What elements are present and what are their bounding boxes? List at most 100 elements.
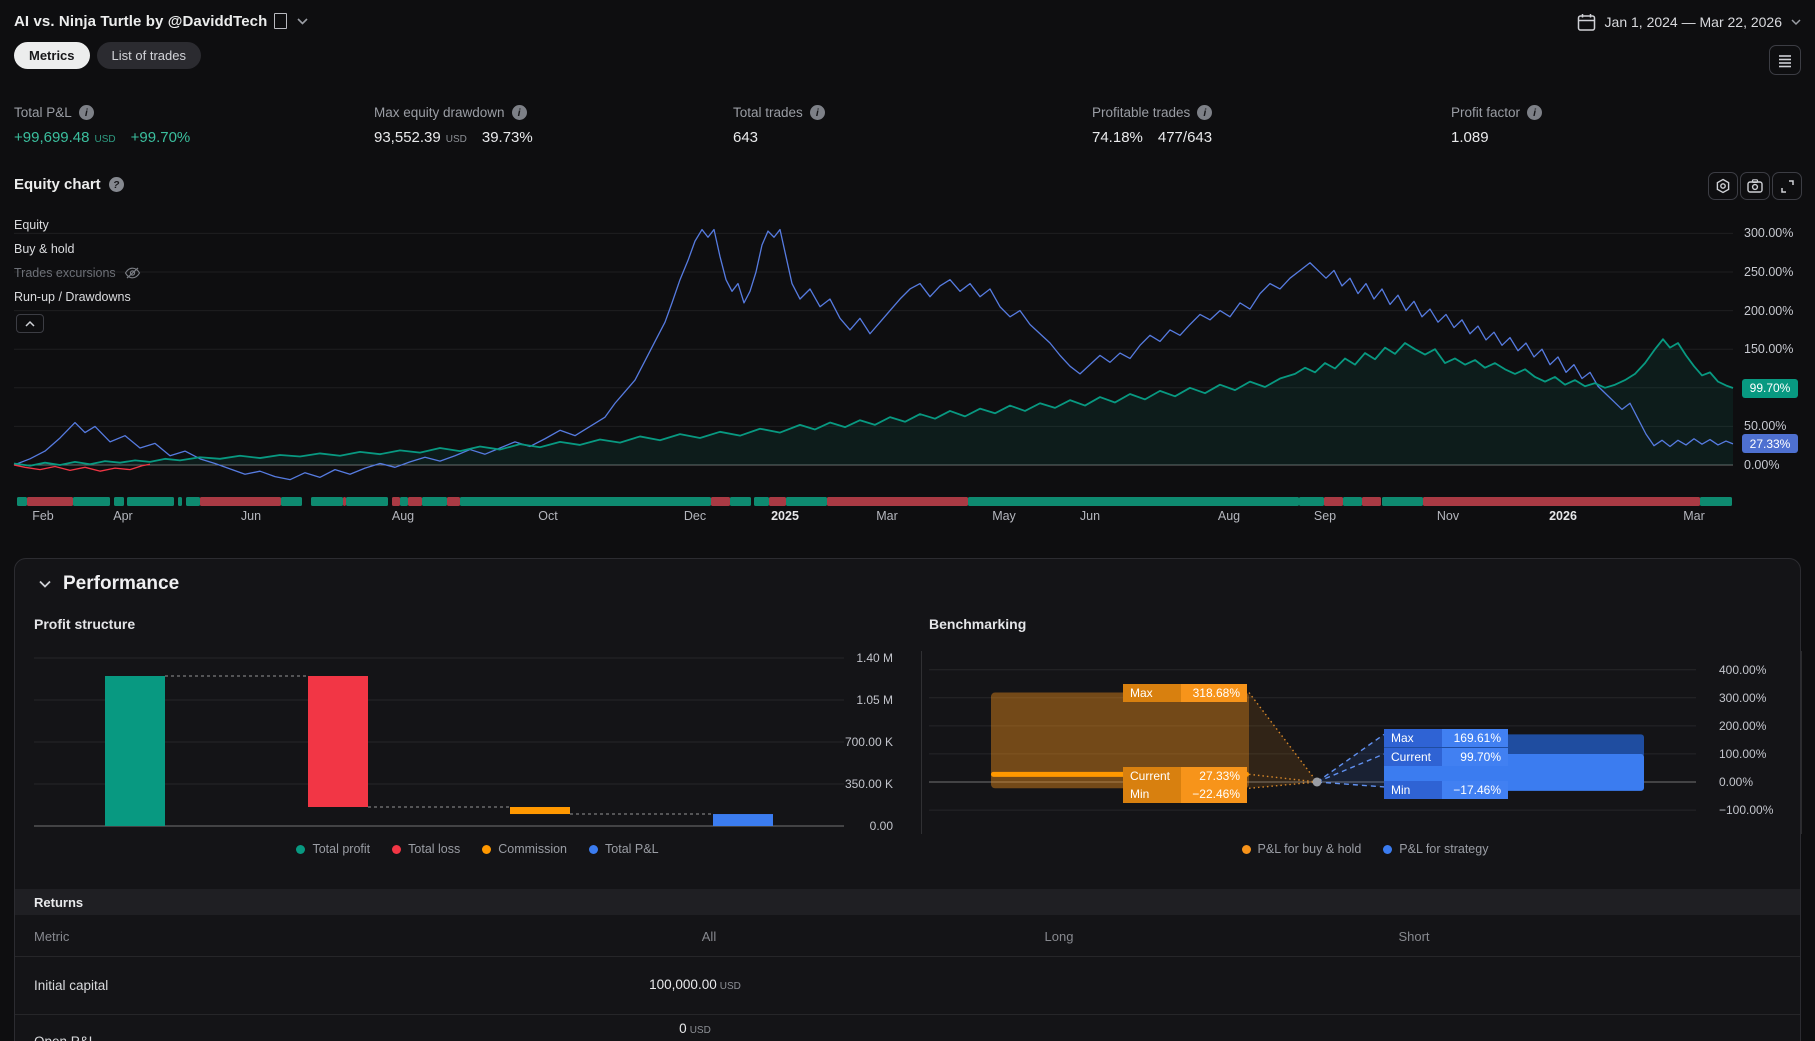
metric-value-main: 643 [733, 129, 759, 146]
metric-0: Total P&L i +99,699.48 USD +99.70% [14, 105, 190, 146]
badge-value: −17.46% [1442, 781, 1508, 799]
expand-icon [1780, 179, 1794, 193]
badge-label: Max [1123, 684, 1181, 702]
chevron-down-icon [1791, 18, 1801, 26]
metric-value: 74.18% 477/643 [1092, 129, 1212, 146]
info-icon[interactable]: i [1197, 105, 1213, 120]
legend-dot [392, 844, 402, 854]
legend-label: Total loss [408, 842, 461, 856]
metric-value: 93,552.39 USD 39.73% [374, 129, 533, 146]
trade-segment [968, 497, 1299, 506]
info-icon[interactable]: i [511, 105, 527, 120]
chart-snapshot-button[interactable] [1740, 172, 1770, 200]
y-axis-label: 0.00 [869, 819, 893, 833]
legend-item-run-up-drawdowns[interactable]: Run-up / Drawdowns [14, 288, 131, 306]
value-text: 100,000.00 [649, 977, 717, 992]
benchmark-badge-min: Min −22.46% [1123, 785, 1247, 803]
trade-segment [1423, 497, 1700, 506]
date-range-picker[interactable]: Jan 1, 2024 — Mar 22, 2026 [1577, 10, 1801, 34]
trade-segment [786, 497, 827, 506]
profit-structure-legend: Total profit Total loss Commission Total P&… [34, 842, 921, 856]
eye-off-icon[interactable] [124, 267, 141, 279]
y-axis-label: 700.00 K [844, 735, 893, 749]
metric-label: Total trades i [733, 105, 825, 120]
badge-value: 27.33% [1181, 767, 1247, 785]
trade-results-strip [14, 497, 1733, 506]
report-title-row[interactable]: AI vs. Ninja Turtle by @DaviddTech [14, 10, 308, 32]
x-axis-label: Aug [391, 509, 415, 523]
trade-segment [178, 497, 182, 506]
row-divider [15, 1014, 1800, 1015]
legend-collapse-button[interactable] [16, 314, 44, 333]
info-icon[interactable]: i [809, 105, 825, 120]
chevron-down-icon[interactable] [297, 17, 308, 25]
price-badge: 99.70% [1742, 378, 1798, 398]
legend-dot [589, 844, 599, 854]
trade-segment [127, 497, 174, 506]
axis-separator [1801, 651, 1802, 834]
trade-segment [769, 497, 786, 506]
chart-settings-button[interactable] [1708, 172, 1738, 200]
metric-value: +99,699.48 USD +99.70% [14, 129, 190, 146]
metric-value: 1.089 [1451, 129, 1542, 146]
metric-value: 643 [733, 129, 825, 146]
badge-value: 318.68% [1181, 684, 1247, 702]
x-axis-label: Jun [1079, 509, 1101, 523]
performance-header[interactable]: Performance [39, 573, 179, 595]
metric-label: Profitable trades i [1092, 105, 1213, 120]
row-divider [15, 956, 1800, 957]
metric-label: Total P&L i [14, 105, 190, 120]
y-axis-label: 1.40 M [856, 651, 893, 665]
benchmark-badge-min: Min −17.46% [1384, 781, 1508, 799]
legend-item-trades-excursions[interactable]: Trades excursions [14, 264, 141, 282]
y-axis-label: 300.00% [1719, 690, 1767, 705]
performance-card: Performance Profit structure Benchmarkin… [14, 558, 1802, 1041]
metric-value-unit: USD [94, 134, 116, 145]
x-axis-label: Jun [240, 509, 262, 523]
trade-segment [711, 497, 730, 506]
badge-value: 169.61% [1442, 729, 1508, 747]
x-axis-label: 2025 [771, 509, 799, 523]
value-unit: USD [719, 981, 741, 992]
trade-segment [114, 497, 124, 506]
metric-value-extra: 39.73% [481, 129, 533, 146]
column-header-short: Short [1398, 929, 1430, 944]
camera-icon [1747, 179, 1763, 193]
trade-segment [281, 497, 302, 506]
x-axis-label: Nov [1436, 509, 1460, 523]
page-title: AI vs. Ninja Turtle by @DaviddTech [14, 12, 268, 30]
y-axis-label: 0.00% [1719, 775, 1754, 789]
badge-value: −22.46% [1181, 785, 1247, 803]
trade-segment [1700, 497, 1732, 506]
metric-4: Profit factor i 1.089 [1451, 105, 1543, 146]
legend-item-buy-hold[interactable]: Buy & hold [14, 240, 74, 258]
benchmark-badge-current: Current 99.70% [1384, 748, 1508, 766]
y-axis-label: 250.00% [1744, 265, 1794, 279]
returns-section-header: Returns [15, 889, 1800, 915]
tab-metrics[interactable]: Metrics [14, 42, 90, 69]
benchmarking-plot[interactable] [929, 651, 1696, 834]
row-value-all: 100,000.00 USD [595, 977, 795, 992]
equity-chart-plot[interactable] [13, 206, 1734, 496]
info-icon[interactable]: i [78, 105, 94, 120]
metric-label-text: Profitable trades [1092, 105, 1191, 120]
badge-label: Min [1384, 781, 1442, 799]
column-header-all: All [701, 929, 717, 944]
legend-label: Commission [498, 842, 568, 856]
metric-label: Max equity drawdown i [374, 105, 533, 120]
metric-value-main: 74.18% [1092, 129, 1143, 146]
tab-list-of-trades[interactable]: List of trades [96, 42, 201, 69]
x-axis-label: Dec [683, 509, 707, 523]
legend-dot [1241, 844, 1251, 854]
legend-item-equity[interactable]: Equity [14, 216, 49, 234]
profit-structure-plot[interactable] [34, 651, 844, 834]
row-label: Initial capital [34, 978, 109, 993]
chart-fullscreen-button[interactable] [1772, 172, 1802, 200]
x-axis-label: Feb [32, 509, 54, 523]
info-icon[interactable]: i [1527, 105, 1543, 120]
help-icon[interactable]: ? [108, 177, 124, 192]
returns-title: Returns [34, 894, 84, 910]
report-layout-button[interactable] [1769, 45, 1801, 75]
view-tabs: Metrics List of trades [14, 42, 208, 69]
x-axis-label: Aug [1217, 509, 1241, 523]
